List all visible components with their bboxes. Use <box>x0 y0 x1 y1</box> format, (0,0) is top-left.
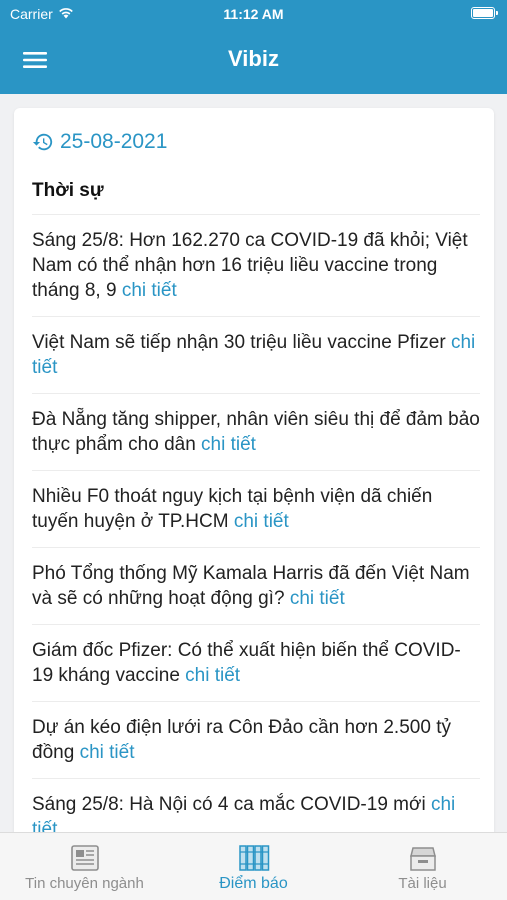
archive-box-icon <box>409 847 436 871</box>
tab-tai-lieu[interactable]: Tài liệu <box>338 833 507 900</box>
news-date: 25-08-2021 <box>60 130 168 153</box>
news-headline: Nhiều F0 thoát nguy kịch tại bệnh viện d… <box>32 486 433 532</box>
news-item: Phó Tổng thống Mỹ Kamala Harris đã đến V… <box>32 548 480 625</box>
news-item: Sáng 25/8: Hơn 162.270 ca COVID-19 đã kh… <box>32 215 480 317</box>
detail-link[interactable]: chi tiết <box>290 588 345 609</box>
status-time: 11:12 AM <box>223 6 284 22</box>
newspaper-icon <box>70 845 99 871</box>
news-headline: Sáng 25/8: Hơn 162.270 ca COVID-19 đã kh… <box>32 230 468 301</box>
tab-label-diem-bao: Điểm báo <box>219 875 288 892</box>
news-item: Dự án kéo điện lưới ra Côn Đảo cần hơn 2… <box>32 702 480 779</box>
date-header: 25-08-2021 <box>32 130 480 154</box>
news-item: Nhiều F0 thoát nguy kịch tại bệnh viện d… <box>32 471 480 548</box>
tab-tin-chuyen-nganh[interactable]: Tin chuyên ngành <box>0 833 169 900</box>
detail-link[interactable]: chi tiết <box>201 434 256 455</box>
news-item: Đà Nẵng tăng shipper, nhân viên siêu thị… <box>32 394 480 471</box>
news-headline: Sáng 25/8: Hà Nội có 4 ca mắc COVID-19 m… <box>32 794 426 815</box>
news-item: Giám đốc Pfizer: Có thể xuất hiện biến t… <box>32 625 480 702</box>
news-list: Sáng 25/8: Hơn 162.270 ca COVID-19 đã kh… <box>32 215 480 848</box>
news-headline: Giám đốc Pfizer: Có thể xuất hiện biến t… <box>32 640 461 686</box>
news-item: Việt Nam sẽ tiếp nhận 30 triệu liều vacc… <box>32 317 480 394</box>
detail-link[interactable]: chi tiết <box>234 511 289 532</box>
binders-icon <box>238 845 269 871</box>
tab-label-tai-lieu: Tài liệu <box>398 875 447 892</box>
detail-link[interactable]: chi tiết <box>122 280 177 301</box>
battery-icon <box>471 7 498 19</box>
app-title: Vibiz <box>228 46 279 71</box>
top-bar: Carrier 11:12 AM Vibiz <box>0 0 507 94</box>
news-headline: Phó Tổng thống Mỹ Kamala Harris đã đến V… <box>32 563 470 609</box>
news-card: 25-08-2021 Thời sự Sáng 25/8: Hơn 162.27… <box>14 108 494 848</box>
tab-label-tin-chuyen-nganh: Tin chuyên ngành <box>25 875 144 892</box>
detail-link[interactable]: chi tiết <box>185 665 240 686</box>
detail-link[interactable]: chi tiết <box>80 742 135 763</box>
news-headline: Việt Nam sẽ tiếp nhận 30 triệu liều vacc… <box>32 332 446 353</box>
history-icon <box>32 133 53 151</box>
status-bar: Carrier 11:12 AM <box>0 0 507 28</box>
nav-bar: Vibiz <box>0 28 507 94</box>
section-title: Thời sự <box>32 180 480 215</box>
tab-diem-bao[interactable]: Điểm báo <box>169 833 338 900</box>
tab-bar: Tin chuyên ngành Điểm báo Tài liệu <box>0 832 507 900</box>
